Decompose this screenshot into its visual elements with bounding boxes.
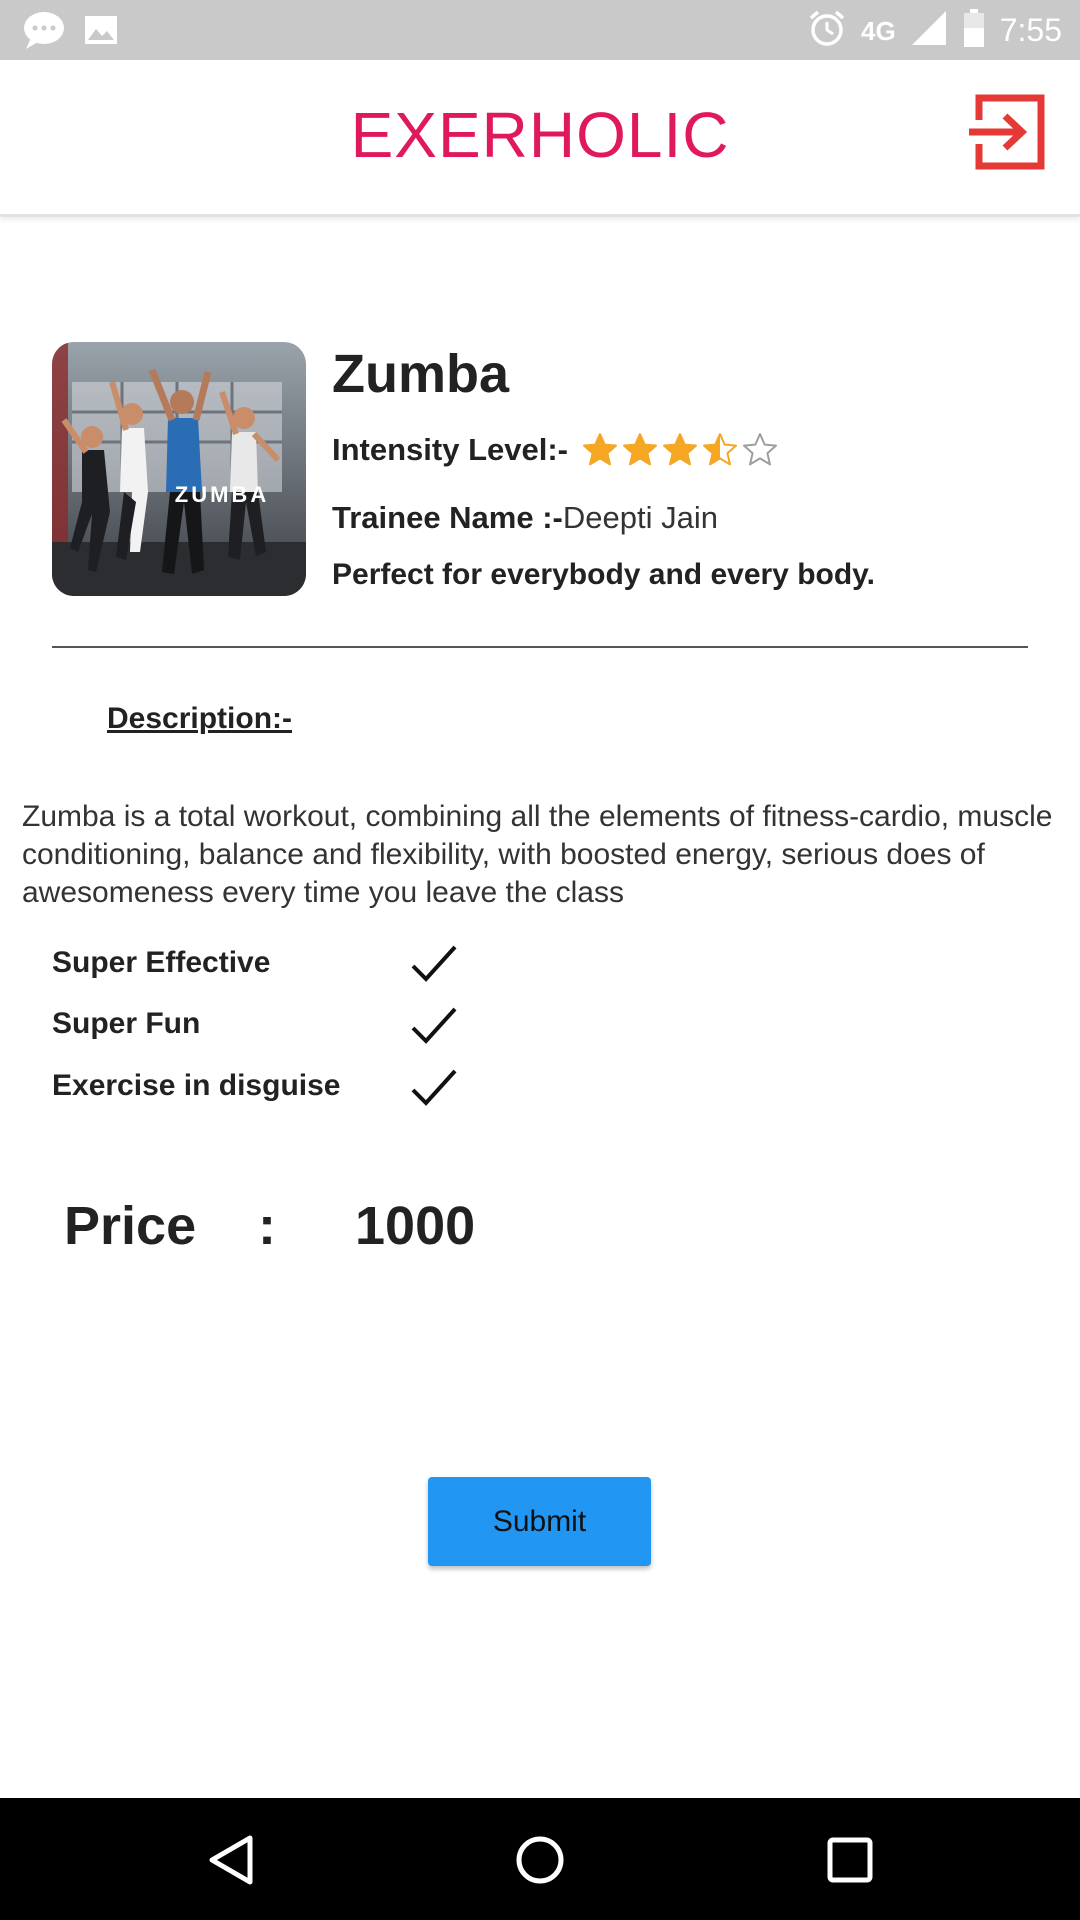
back-icon [209, 1835, 253, 1885]
clock-time: 7:55 [999, 12, 1062, 48]
star-icon [703, 433, 737, 466]
price-label: Price [64, 1196, 197, 1256]
class-title: Zumba [332, 344, 510, 404]
trainee-label: Trainee Name :- [332, 500, 563, 535]
alarm-icon [807, 8, 847, 53]
intensity-row: Intensity Level:- [332, 432, 778, 468]
feature-label: Super Effective [52, 946, 271, 979]
status-bar: 4G 7:55 [0, 0, 1080, 60]
class-thumbnail: ZUMBA [52, 342, 306, 596]
star-icon [663, 433, 697, 466]
divider [52, 646, 1028, 648]
star-icon [743, 433, 777, 466]
feature-label: Super Fun [52, 1007, 201, 1040]
nav-recents-button[interactable] [824, 1834, 876, 1886]
battery-icon [962, 8, 986, 53]
star-icon [583, 433, 617, 466]
nav-back-button[interactable] [206, 1834, 258, 1886]
app-bar: EXERHOLIC [0, 60, 1080, 217]
price-value: 1000 [355, 1196, 476, 1256]
message-bubble-icon [22, 10, 66, 55]
home-icon [516, 1836, 564, 1884]
checkmark-icon [411, 1069, 457, 1106]
network-type-label: 4G [861, 15, 896, 46]
description-text: Zumba is a total workout, combining all … [22, 800, 1053, 909]
checkmark-icon [411, 945, 457, 982]
class-tagline: Perfect for everybody and every body. [332, 558, 875, 591]
nav-home-button[interactable] [514, 1834, 566, 1886]
trainee-name: Deepti Jain [562, 500, 718, 535]
price-separator: : [258, 1196, 276, 1256]
trainee-row: Trainee Name :-Deepti Jain [332, 500, 718, 536]
intensity-rating [582, 432, 778, 468]
checkmark-icon [411, 1007, 457, 1044]
app-title: EXERHOLIC [350, 99, 730, 171]
star-icon [623, 433, 657, 466]
thumbnail-label: ZUMBA [175, 482, 269, 507]
description-heading: Description:- [107, 702, 293, 735]
image-icon [84, 15, 118, 50]
logout-button[interactable] [965, 90, 1049, 174]
navigation-bar [0, 1798, 1080, 1920]
signal-icon [910, 9, 948, 52]
logout-icon [969, 94, 1045, 170]
intensity-label: Intensity Level:- [332, 432, 568, 467]
recents-icon [827, 1837, 873, 1883]
submit-button[interactable]: Submit [428, 1477, 651, 1566]
feature-label: Exercise in disguise [52, 1069, 341, 1102]
